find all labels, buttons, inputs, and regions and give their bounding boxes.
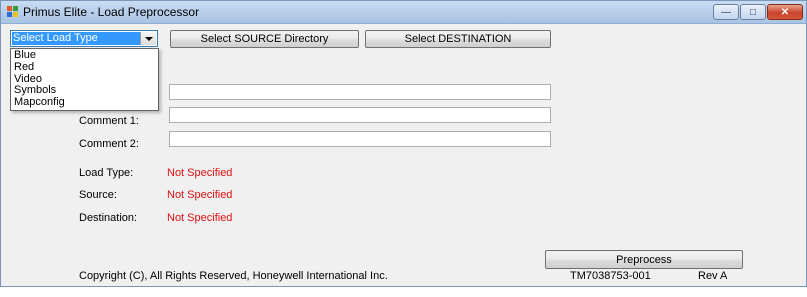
minimize-icon: —: [721, 6, 731, 18]
title-bar[interactable]: Primus Elite - Load Preprocessor — □ ✕: [1, 1, 806, 24]
minimize-button[interactable]: —: [713, 4, 739, 20]
dropdown-option-video[interactable]: Video: [11, 73, 158, 85]
close-icon: ✕: [780, 6, 790, 18]
comment1-field[interactable]: [169, 107, 551, 123]
load-type-dropdown-list: Blue Red Video Symbols Mapconfig: [10, 48, 159, 111]
load-type-combo[interactable]: Select Load Type: [10, 30, 158, 47]
close-button[interactable]: ✕: [767, 4, 803, 20]
revision-label: Rev A: [698, 270, 728, 282]
combo-dropdown-button[interactable]: [140, 32, 156, 45]
chevron-down-icon: [144, 36, 153, 41]
copyright-text: Copyright (C), All Rights Reserved, Hone…: [79, 270, 388, 282]
comment2-label: Comment 2:: [79, 138, 139, 150]
destination-label: Destination:: [79, 212, 138, 224]
select-source-button[interactable]: Select SOURCE Directory: [170, 30, 359, 48]
dropdown-option-blue[interactable]: Blue: [11, 49, 158, 61]
preprocess-button[interactable]: Preprocess: [545, 250, 743, 269]
maximize-icon: □: [749, 6, 757, 18]
comment1-label: Comment 1:: [79, 115, 139, 127]
window-title: Primus Elite - Load Preprocessor: [23, 5, 200, 19]
dropdown-option-symbols[interactable]: Symbols: [11, 84, 158, 96]
top-text-field[interactable]: [169, 84, 551, 100]
load-type-status: Not Specified: [167, 167, 233, 179]
app-window: Primus Elite - Load Preprocessor — □ ✕ S…: [0, 0, 807, 287]
select-destination-button[interactable]: Select DESTINATION: [365, 30, 551, 48]
comment2-field[interactable]: [169, 131, 551, 147]
part-number: TM7038753-001: [570, 270, 651, 282]
load-type-selected: Select Load Type: [12, 32, 140, 45]
source-label: Source:: [79, 189, 117, 201]
destination-status: Not Specified: [167, 212, 233, 224]
app-icon: [7, 6, 19, 18]
source-status: Not Specified: [167, 189, 233, 201]
load-type-label: Load Type:: [79, 167, 134, 179]
maximize-button[interactable]: □: [740, 4, 766, 20]
client-area: Select Load Type Select SOURCE Directory…: [1, 24, 806, 286]
dropdown-option-mapconfig[interactable]: Mapconfig: [11, 96, 158, 108]
dropdown-option-red[interactable]: Red: [11, 61, 158, 73]
